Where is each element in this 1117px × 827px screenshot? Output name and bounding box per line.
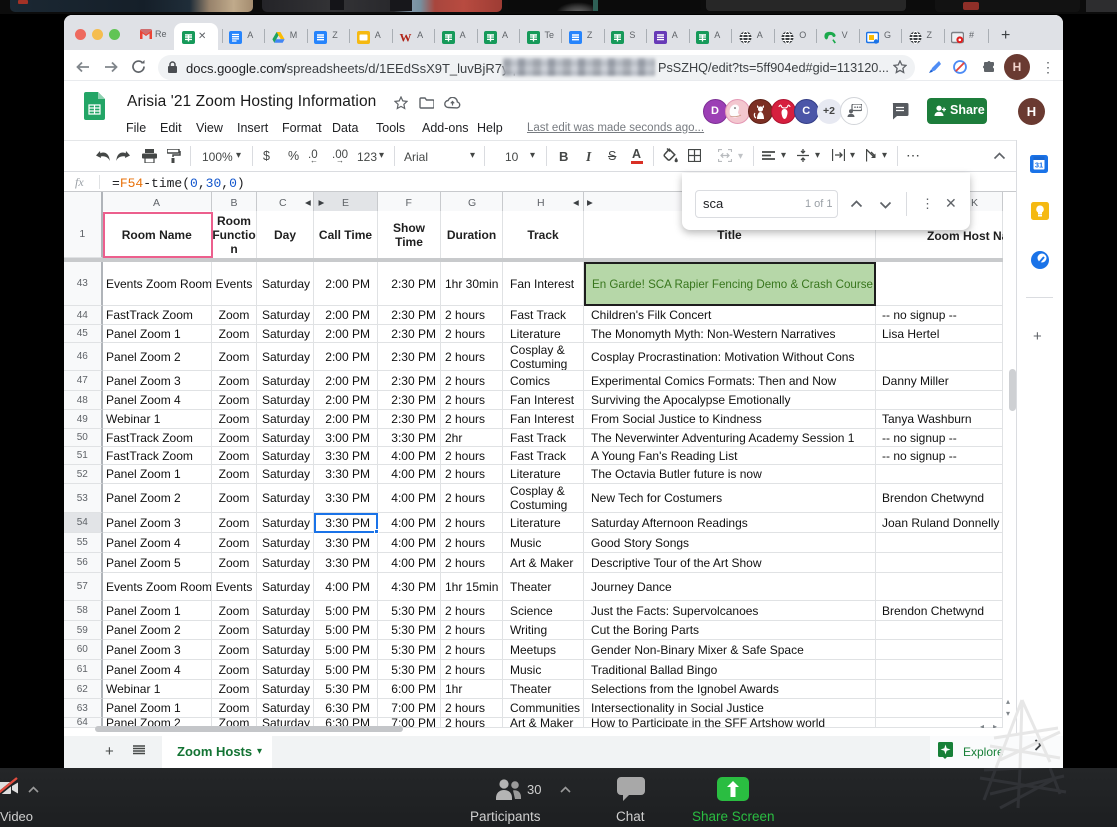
svg-text:W: W — [400, 31, 412, 44]
svg-text:31: 31 — [1035, 161, 1043, 170]
